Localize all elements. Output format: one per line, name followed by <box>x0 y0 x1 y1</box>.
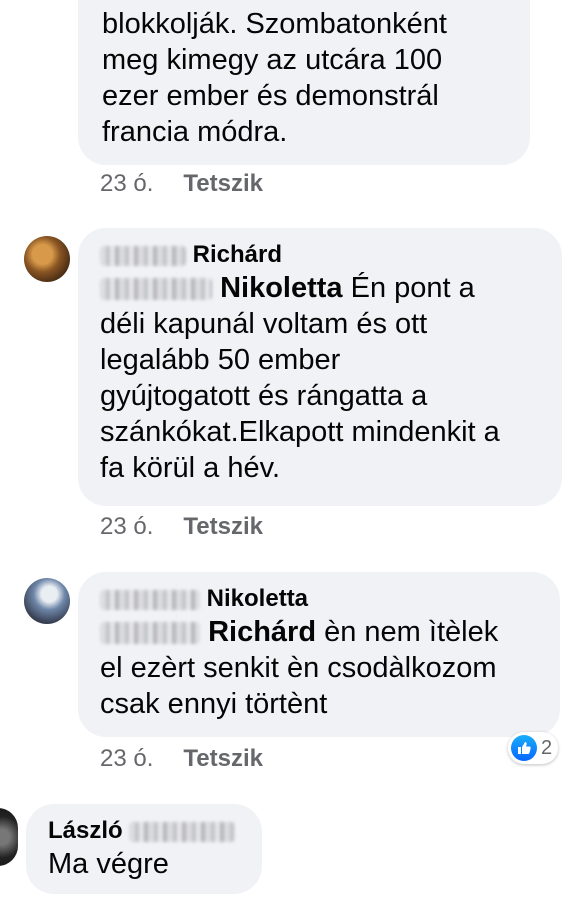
comment-text-line: Richárd èn nem ìtèlek <box>100 614 560 650</box>
blurred-surname <box>129 821 236 842</box>
comment-text-line: el ezèrt senkit èn csodàlkozom <box>100 652 497 684</box>
comment-text-line: Nikoletta Én pont a <box>100 270 562 306</box>
avatar[interactable] <box>24 236 70 282</box>
blurred-surname <box>100 589 200 610</box>
like-link[interactable]: Tetszik <box>183 513 263 540</box>
comment-bubble-4: László Ma végre <box>26 804 262 894</box>
comment-meta-3: 23 ó. Tetszik <box>100 744 263 774</box>
blurred-mention-surname <box>100 278 212 301</box>
comment-bubble-1: blokkolják. Szombatonként meg kimegy az … <box>78 0 530 165</box>
comment-timestamp[interactable]: 23 ó. <box>100 744 153 774</box>
comment-text-line: francia módra. <box>102 116 288 148</box>
comment-author[interactable]: Nikoletta <box>100 584 560 614</box>
comment-text-line: meg kimegy az utcára 100 <box>102 44 443 76</box>
comment-author[interactable]: László <box>48 816 262 846</box>
comment-author[interactable]: Richárd <box>100 240 562 270</box>
comment-timestamp[interactable]: 23 ó. <box>100 512 153 542</box>
blurred-surname <box>100 245 186 266</box>
comment-text-line: déli kapunál voltam és ott <box>100 308 428 340</box>
mention-link[interactable]: Richárd <box>208 616 316 648</box>
like-link[interactable]: Tetszik <box>183 170 263 197</box>
comment-text-line: szánkókat.Elkapott mindenkit a <box>100 416 500 448</box>
reaction-count-badge[interactable]: 2 <box>508 732 559 764</box>
comment-text-line: legalább 50 ember <box>100 344 341 376</box>
comment-text-line: fa körül a hév. <box>100 452 281 484</box>
like-link[interactable]: Tetszik <box>183 745 263 772</box>
comment-text-line: csak ennyi törtènt <box>100 688 328 720</box>
comment-text-line: gyújtogatott és rángatta a <box>100 380 428 412</box>
thumbs-up-icon <box>511 735 537 761</box>
blurred-mention-surname <box>100 622 200 645</box>
comment-bubble-3: Nikoletta Richárd èn nem ìtèlek el ezèrt… <box>78 572 560 737</box>
comment-meta-1: 23 ó. Tetszik <box>100 169 263 199</box>
comment-text-line: blokkolják. Szombatonként <box>102 8 447 40</box>
reaction-count: 2 <box>541 736 553 759</box>
avatar[interactable] <box>0 808 18 866</box>
comment-text-line: Ma végre <box>48 848 169 880</box>
avatar[interactable] <box>24 578 70 624</box>
comment-timestamp[interactable]: 23 ó. <box>100 169 153 199</box>
comment-text-line: ezer ember és demonstrál <box>102 80 439 112</box>
comment-meta-2: 23 ó. Tetszik <box>100 512 263 542</box>
mention-link[interactable]: Nikoletta <box>220 272 342 304</box>
comment-bubble-2: Richárd Nikoletta Én pont a déli kapunál… <box>78 228 562 506</box>
